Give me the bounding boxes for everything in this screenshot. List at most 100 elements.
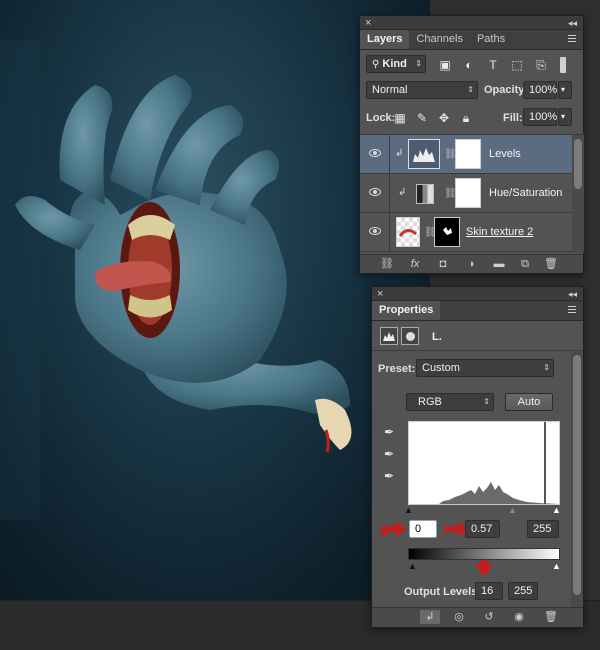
adjustment-filter-icon[interactable]: ◐ <box>462 58 476 72</box>
panel-titlebar[interactable]: × ◂◂ <box>372 287 583 301</box>
gray-point-eyedropper-icon[interactable]: ✒ <box>382 447 396 461</box>
input-black-field[interactable]: 0 <box>409 520 437 538</box>
smart-object-filter-icon[interactable]: ⎘ <box>534 58 548 72</box>
panel-menu-icon[interactable] <box>565 304 577 316</box>
gamma-slider-handle[interactable]: ▲ <box>508 505 517 515</box>
layers-tabs: Layers Channels Paths <box>360 30 583 50</box>
lock-transparency-icon[interactable]: ▦ <box>393 111 407 125</box>
filter-toggle[interactable] <box>560 57 566 73</box>
fill-input[interactable]: 100% <box>523 108 557 126</box>
lock-pixels-icon[interactable]: ✎ <box>415 111 429 125</box>
layer-name: Skin texture 2 <box>466 226 534 238</box>
filter-kind-select[interactable]: ⚲ Kind ⇕ <box>366 55 426 73</box>
input-levels-slider[interactable]: ▲ ▲ ▲ <box>404 505 561 515</box>
properties-scrollbar[interactable] <box>571 351 583 607</box>
collapse-icon[interactable]: ◂◂ <box>568 287 577 301</box>
visibility-eye-icon[interactable] <box>369 188 381 196</box>
shape-filter-icon[interactable]: ⬚ <box>510 58 524 72</box>
panel-titlebar[interactable]: × ◂◂ <box>360 16 583 30</box>
layer-row[interactable]: ↲ ⛓ Hue/Saturation <box>360 174 572 213</box>
close-icon[interactable]: × <box>377 287 383 301</box>
black-point-slider-handle[interactable]: ▲ <box>404 505 413 515</box>
new-group-icon[interactable]: ▬ <box>492 257 506 271</box>
image-filter-icon[interactable]: ▣ <box>438 58 452 72</box>
updown-icon: ⇕ <box>467 85 474 94</box>
output-white-field[interactable]: 255 <box>508 582 538 600</box>
layer-row[interactable]: ⛓ Skin texture 2 <box>360 213 572 252</box>
lock-label: Lock: <box>366 112 396 124</box>
input-gamma-field[interactable]: 0.57 <box>465 520 500 538</box>
white-point-eyedropper-icon[interactable]: ✒ <box>382 469 396 483</box>
tab-layers[interactable]: Layers <box>360 30 410 49</box>
preset-value: Custom <box>422 362 460 374</box>
blend-mode-value: Normal <box>372 84 408 96</box>
opacity-label: Opacity: <box>484 84 529 96</box>
scrollbar-thumb[interactable] <box>574 139 582 189</box>
layers-scrollbar[interactable] <box>572 135 584 253</box>
output-black-handle[interactable]: ▲ <box>408 561 417 571</box>
trash-icon[interactable]: 🗑︎ <box>544 610 558 624</box>
lock-row: Lock: ▦ ✎ ✥ 🔒︎ Fill: 100% ▾ <box>360 106 583 130</box>
hue-saturation-adjustment-icon <box>416 184 434 204</box>
clip-to-layer-icon[interactable]: ↲ <box>420 610 440 624</box>
fill-dropdown-icon[interactable]: ▾ <box>558 108 572 126</box>
new-layer-icon[interactable]: ⧉ <box>518 257 532 271</box>
white-point-slider-handle[interactable]: ▲ <box>552 505 561 515</box>
blend-row: Normal ⇕ Opacity: 100% ▾ <box>360 79 583 103</box>
black-point-eyedropper-icon[interactable]: ✒ <box>382 425 396 439</box>
tab-paths[interactable]: Paths <box>470 30 512 49</box>
updown-icon: ⇕ <box>483 397 490 406</box>
layer-mask-thumbnail[interactable] <box>455 178 481 208</box>
fx-icon[interactable]: fx <box>408 257 422 271</box>
trash-icon[interactable]: 🗑︎ <box>544 257 558 271</box>
scrollbar-thumb[interactable] <box>573 355 581 595</box>
output-levels-slider[interactable]: ▲ ▲ <box>408 561 561 571</box>
lock-position-icon[interactable]: ✥ <box>437 111 451 125</box>
lock-all-icon[interactable]: 🔒︎ <box>459 111 473 125</box>
new-adjustment-icon[interactable]: ◑ <box>464 257 478 271</box>
toggle-visibility-icon[interactable]: ◉ <box>512 610 526 624</box>
visibility-eye-icon[interactable] <box>369 227 381 235</box>
tab-properties[interactable]: Properties <box>372 301 441 320</box>
output-white-handle[interactable]: ▲ <box>552 561 561 571</box>
levels-adjustment-icon <box>408 139 440 169</box>
filter-row: ⚲ Kind ⇕ ▣ ◐ T ⬚ ⎘ <box>360 52 583 78</box>
tab-channels[interactable]: Channels <box>409 30 469 49</box>
output-black-field[interactable]: 16 <box>475 582 503 600</box>
preset-label: Preset: <box>378 363 416 375</box>
input-white-field[interactable]: 255 <box>527 520 559 538</box>
close-icon[interactable]: × <box>365 16 371 30</box>
layer-mask-thumbnail[interactable] <box>434 217 460 247</box>
updown-icon: ⇕ <box>415 59 422 68</box>
opacity-input[interactable]: 100% <box>523 81 557 99</box>
channel-select[interactable]: RGB ⇕ <box>406 393 494 411</box>
filter-kind-label: Kind <box>382 58 407 70</box>
layer-thumbnail[interactable] <box>396 217 420 247</box>
auto-button[interactable]: Auto <box>505 393 553 411</box>
updown-icon: ⇕ <box>543 363 550 372</box>
properties-panel: × ◂◂ Properties L. Preset: Custom ⇕ RGB … <box>371 286 584 628</box>
add-mask-icon[interactable]: ◘ <box>436 257 450 271</box>
output-levels-label: Output Levels: <box>404 586 482 598</box>
levels-adjustment-icon[interactable] <box>380 327 398 345</box>
layers-panel: × ◂◂ Layers Channels Paths ⚲ Kind ⇕ ▣ ◐ … <box>359 15 585 274</box>
clip-arrow-icon: ↲ <box>398 187 407 198</box>
preset-select[interactable]: Custom ⇕ <box>416 359 554 377</box>
reset-icon[interactable]: ↺ <box>482 610 496 624</box>
opacity-dropdown-icon[interactable]: ▾ <box>558 81 572 99</box>
collapse-icon[interactable]: ◂◂ <box>568 16 577 30</box>
clip-arrow-icon: ↲ <box>395 148 404 159</box>
type-filter-icon[interactable]: T <box>486 58 500 72</box>
mask-icon[interactable] <box>401 327 419 345</box>
channel-value: RGB <box>418 396 442 408</box>
search-icon: ⚲ <box>372 59 380 70</box>
panel-menu-icon[interactable] <box>565 33 577 45</box>
properties-footer: ↲ ◎ ↺ ◉ 🗑︎ <box>372 607 583 627</box>
layer-row[interactable]: ↲ ⛓ Levels <box>360 135 572 174</box>
properties-title: L. <box>432 331 442 343</box>
layer-mask-thumbnail[interactable] <box>455 139 481 169</box>
blend-mode-select[interactable]: Normal ⇕ <box>366 81 478 99</box>
visibility-eye-icon[interactable] <box>369 149 381 157</box>
link-layers-icon[interactable]: ⛓ <box>380 257 394 271</box>
view-previous-state-icon[interactable]: ◎ <box>452 610 466 624</box>
